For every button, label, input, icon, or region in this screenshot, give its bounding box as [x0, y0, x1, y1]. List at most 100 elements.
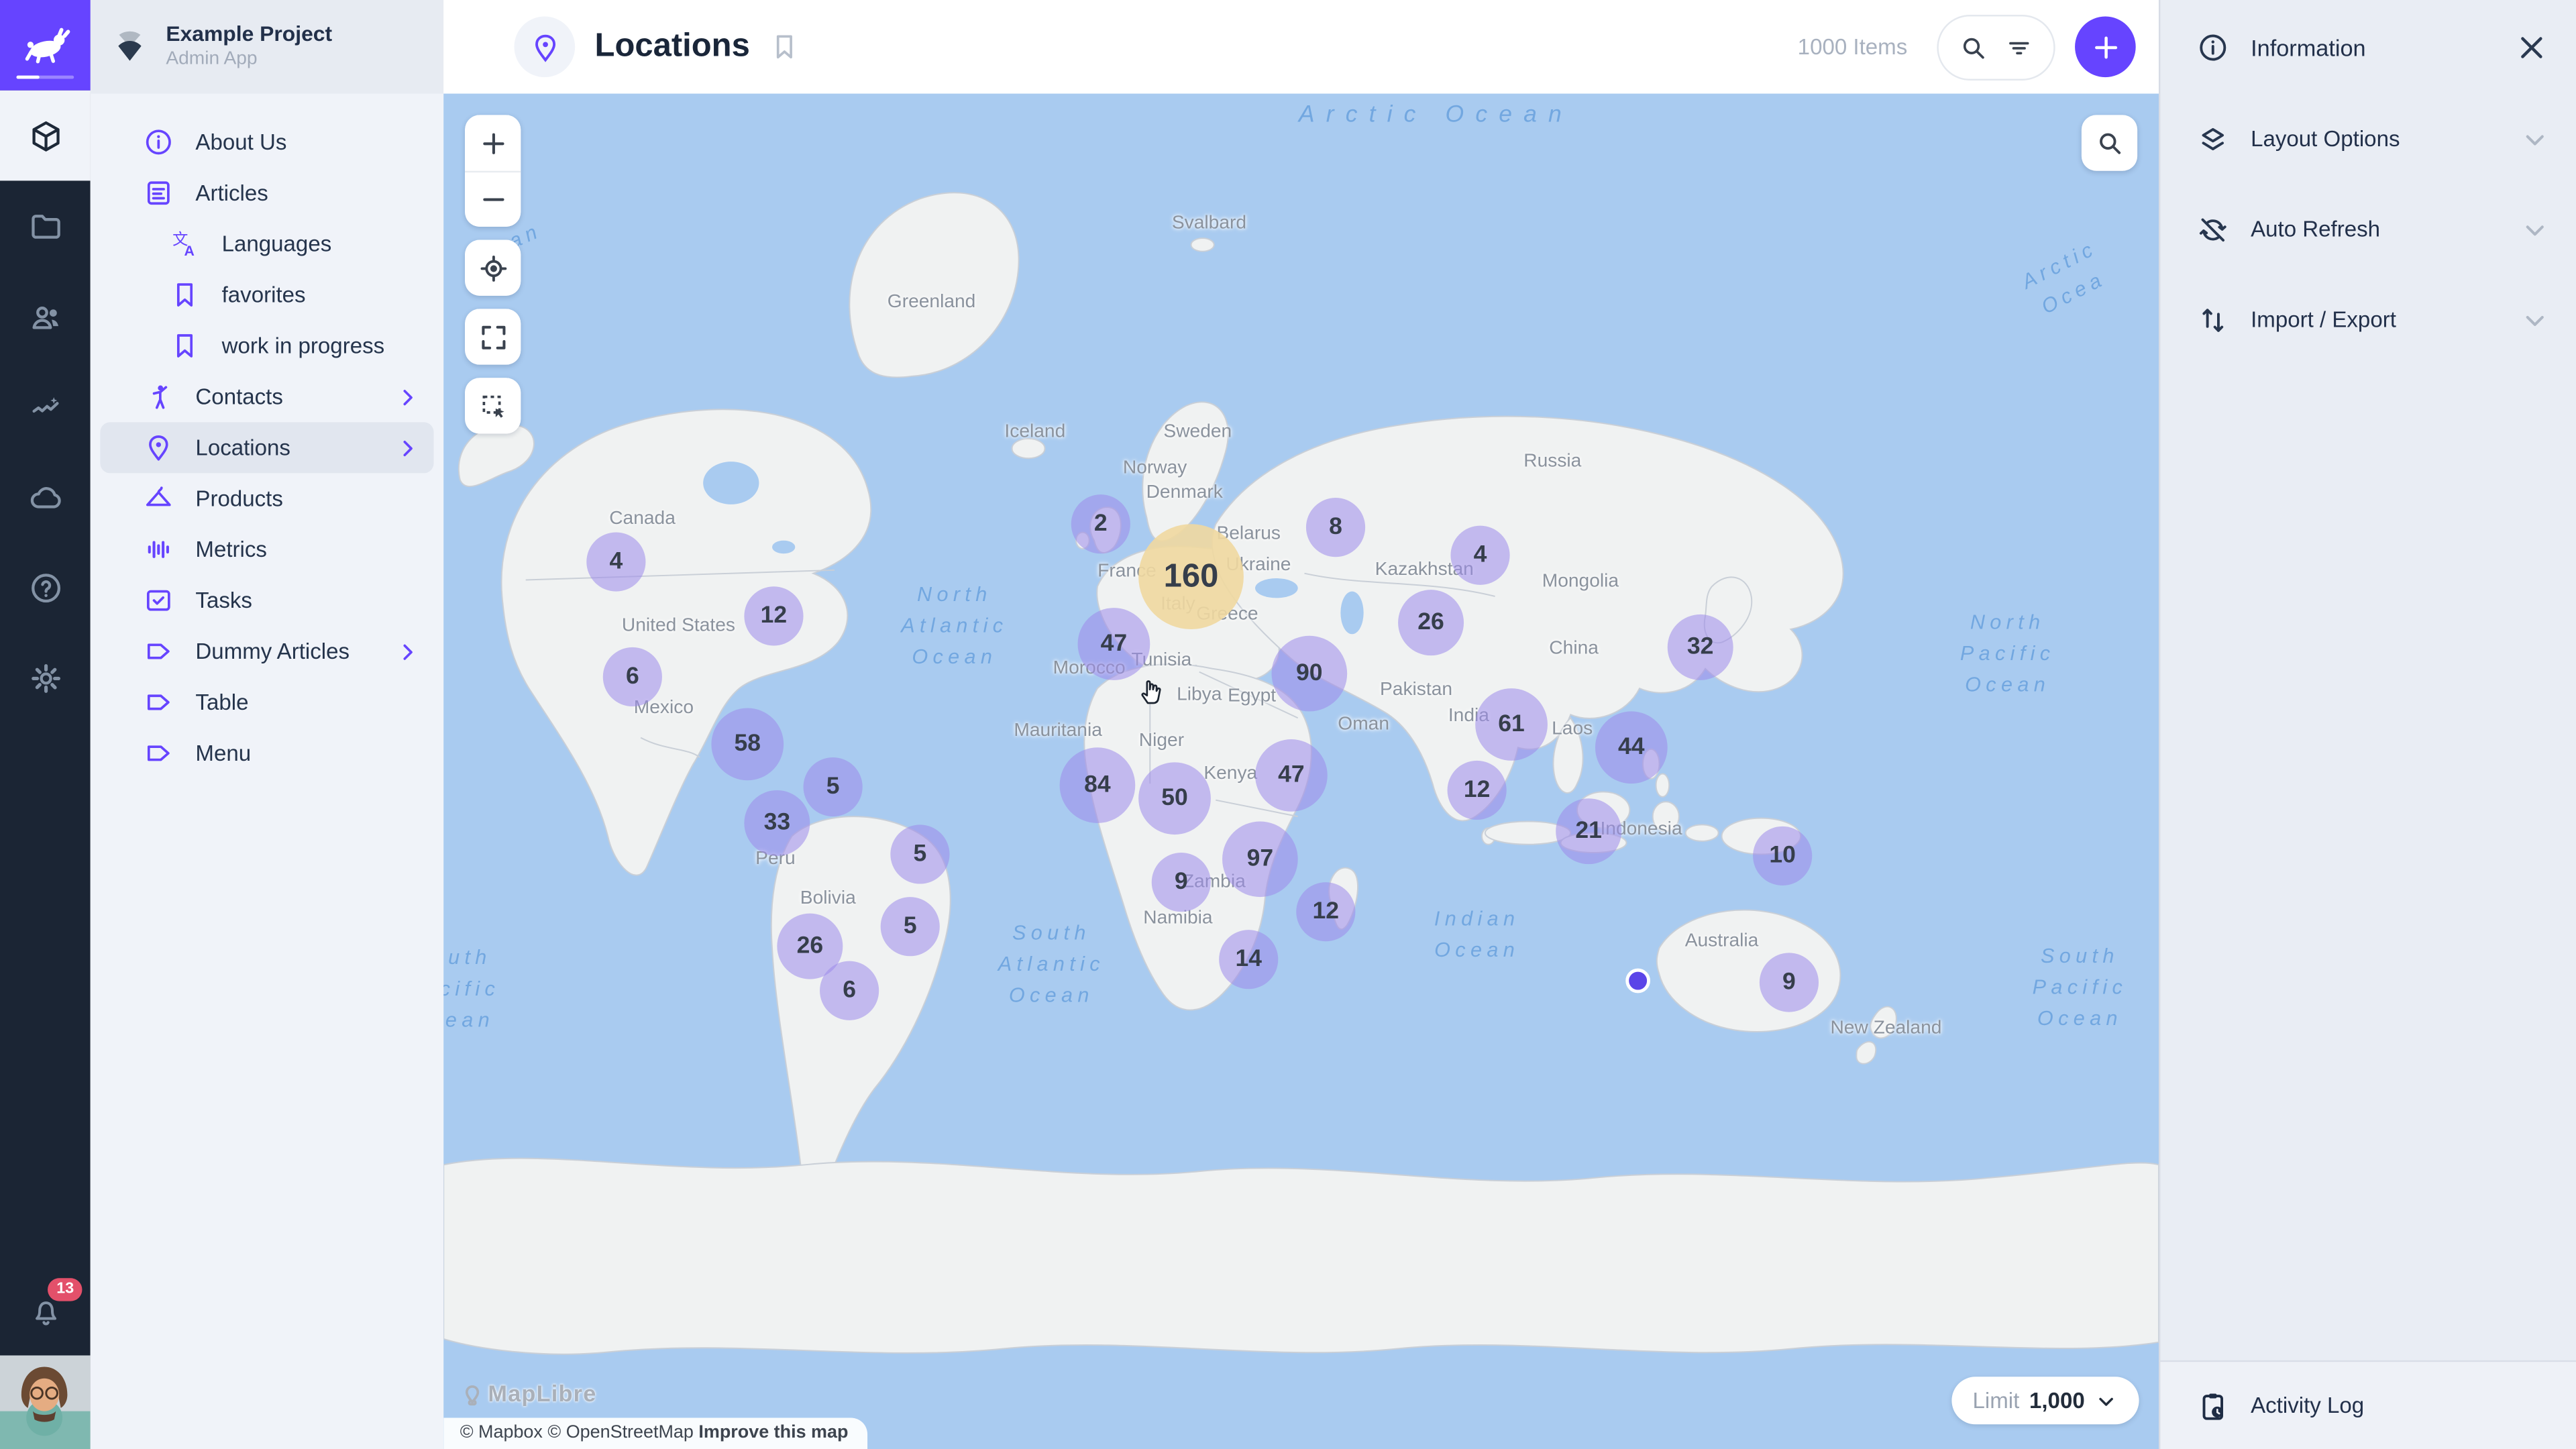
map-cluster[interactable]: 33 — [744, 790, 810, 856]
chevron-right-icon[interactable] — [394, 638, 421, 664]
map-search-button[interactable] — [2082, 115, 2137, 170]
info-icon — [2196, 30, 2229, 63]
module-cloud-button[interactable] — [0, 451, 91, 542]
sidebar-item-locations[interactable]: Locations — [100, 422, 433, 473]
bookmark-button[interactable] — [769, 32, 801, 63]
search-icon — [2094, 128, 2124, 158]
activity-log-button[interactable]: Activity Log — [2160, 1360, 2576, 1449]
map-cluster[interactable]: 47 — [1078, 608, 1150, 680]
sidebar-item-label: Locations — [195, 435, 372, 460]
improve-map-link[interactable]: Improve this map — [698, 1423, 848, 1442]
fit-bounds-button[interactable] — [465, 309, 521, 364]
sidebar-close-button[interactable] — [2514, 29, 2550, 65]
place-pin-icon — [528, 30, 561, 63]
svg-text:A: A — [184, 243, 195, 259]
person-icon — [143, 381, 174, 413]
map-point-marker[interactable] — [1625, 969, 1650, 994]
sidebar-item-tasks[interactable]: Tasks — [100, 575, 433, 626]
map-cluster[interactable]: 9 — [1152, 853, 1211, 912]
map-cluster[interactable]: 32 — [1668, 614, 1733, 680]
activity-log-label: Activity Log — [2251, 1393, 2364, 1418]
search-filter-button[interactable] — [1937, 14, 2055, 80]
map-cluster[interactable]: 12 — [1296, 882, 1355, 941]
map-cluster[interactable]: 50 — [1138, 762, 1211, 835]
sidebar-section-auto-refresh[interactable]: Auto Refresh — [2160, 184, 2576, 274]
chevron-down-icon[interactable] — [2520, 124, 2550, 154]
map-cluster[interactable]: 14 — [1219, 930, 1278, 989]
user-avatar[interactable] — [0, 1355, 91, 1449]
map-cluster[interactable]: 5 — [804, 757, 863, 816]
sidebar-item-label: Table — [195, 690, 421, 715]
chevron-down-icon[interactable] — [2520, 305, 2550, 334]
zoom-out-button[interactable] — [465, 171, 521, 227]
chevron-right-icon[interactable] — [394, 435, 421, 461]
limit-value: 1,000 — [2029, 1388, 2085, 1413]
fullscreen-icon — [477, 321, 508, 353]
map-cluster[interactable]: 6 — [820, 961, 879, 1020]
map-cluster[interactable]: 21 — [1556, 798, 1621, 864]
sidebar-item-languages[interactable]: 文ALanguages — [100, 219, 433, 270]
sidebar-item-products[interactable]: Products — [100, 473, 433, 524]
zoom-in-button[interactable] — [465, 115, 521, 170]
add-item-button[interactable] — [2075, 16, 2136, 77]
locate-me-button[interactable] — [465, 240, 521, 296]
sidebar-item-metrics[interactable]: Metrics — [100, 524, 433, 575]
chevron-right-icon[interactable] — [394, 384, 421, 410]
sidebar-section-layout-options[interactable]: Layout Options — [2160, 94, 2576, 184]
limit-dropdown[interactable]: Limit 1,000 — [1951, 1377, 2139, 1424]
minus-icon — [477, 184, 508, 215]
sidebar-item-menu[interactable]: Menu — [100, 728, 433, 779]
map-cluster[interactable]: 12 — [1448, 761, 1507, 820]
sidebar-item-favorites[interactable]: favorites — [100, 270, 433, 321]
section-label: Layout Options — [2251, 127, 2499, 152]
map-cluster[interactable]: 97 — [1222, 821, 1298, 897]
module-users-button[interactable] — [0, 271, 91, 362]
map-cluster[interactable]: 10 — [1753, 826, 1812, 885]
sidebar-item-articles[interactable]: Articles — [100, 168, 433, 219]
map-cluster[interactable]: 44 — [1595, 711, 1668, 784]
module-gear-button[interactable] — [0, 633, 91, 723]
sidebar-section-import-export[interactable]: Import / Export — [2160, 274, 2576, 365]
module-help-button[interactable] — [0, 542, 91, 633]
map-cluster[interactable]: 90 — [1272, 636, 1348, 712]
sidebar-item-table[interactable]: Table — [100, 677, 433, 728]
app-logo[interactable] — [0, 0, 91, 91]
map-cluster[interactable]: 26 — [1398, 590, 1464, 655]
project-chooser[interactable]: Example Project Admin App — [91, 0, 444, 94]
map-cluster[interactable]: 4 — [1450, 526, 1509, 585]
module-folder-button[interactable] — [0, 180, 91, 271]
avatar-photo — [0, 1355, 91, 1449]
map-cluster[interactable]: 12 — [744, 586, 803, 645]
map-cluster[interactable]: 9 — [1760, 953, 1819, 1012]
article-icon — [143, 177, 174, 209]
map-cluster[interactable]: 160 — [1138, 524, 1244, 629]
map-canvas[interactable]: SvalbardGreenlandIcelandSwedenNorwayDenm… — [443, 94, 2159, 1449]
locate-icon — [477, 252, 508, 284]
map-controls — [465, 115, 521, 433]
box-select-button[interactable] — [465, 378, 521, 433]
map-cluster[interactable]: 5 — [881, 897, 940, 956]
map-cluster[interactable]: 61 — [1475, 688, 1548, 761]
maplibre-pin-icon — [460, 1381, 485, 1405]
chevron-down-icon — [2094, 1389, 2117, 1412]
sidebar-item-contacts[interactable]: Contacts — [100, 371, 433, 422]
map-cluster[interactable]: 6 — [603, 647, 662, 706]
chevron-down-icon[interactable] — [2520, 215, 2550, 244]
map-cluster[interactable]: 58 — [711, 708, 784, 781]
import-export-icon — [2196, 303, 2229, 336]
box-icon — [27, 117, 63, 154]
map-cluster[interactable]: 8 — [1306, 498, 1365, 557]
sidebar-item-dummy-articles[interactable]: Dummy Articles — [100, 626, 433, 677]
sidebar-item-work-in-progress[interactable]: work in progress — [100, 321, 433, 372]
map-cluster[interactable]: 5 — [890, 824, 949, 883]
sidebar-item-label: Tasks — [195, 588, 421, 613]
module-pulse-button[interactable] — [0, 362, 91, 452]
map-cluster[interactable]: 84 — [1060, 747, 1136, 823]
module-box-button[interactable] — [0, 91, 91, 181]
notifications-button[interactable]: 13 — [0, 1265, 91, 1356]
map-cluster[interactable]: 47 — [1255, 739, 1328, 812]
sidebar-header: Information — [2160, 0, 2576, 94]
map-cluster[interactable]: 4 — [586, 532, 645, 591]
map-cluster[interactable]: 2 — [1071, 494, 1130, 553]
sidebar-item-about-us[interactable]: About Us — [100, 117, 433, 168]
